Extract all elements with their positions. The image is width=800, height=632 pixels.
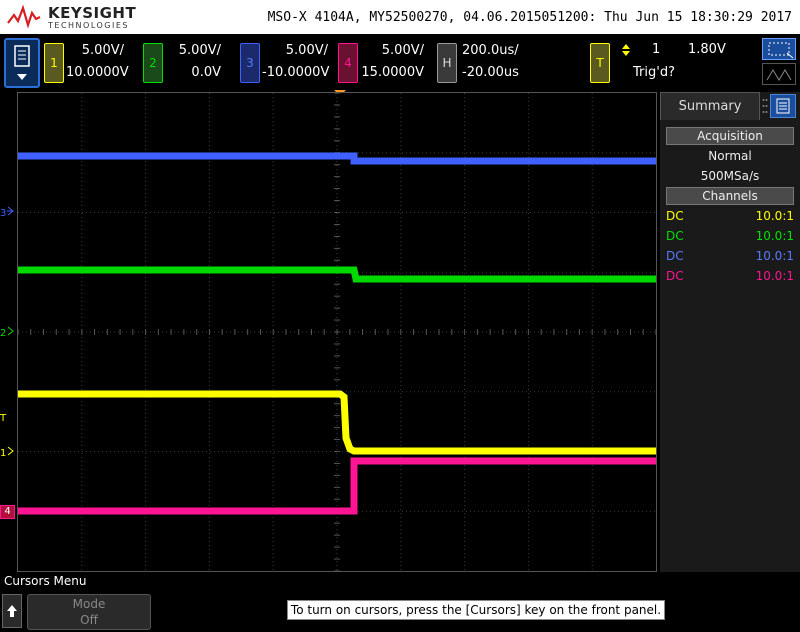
channel-4-coupling: DC	[666, 269, 684, 283]
up-arrow-icon	[7, 605, 17, 617]
horizontal-label: H	[442, 56, 452, 70]
menu-icon	[14, 45, 30, 80]
channel-3-number: 3	[246, 56, 254, 70]
channel-2-probe-ratio: 10.0:1	[755, 229, 794, 243]
zoom-button[interactable]	[762, 38, 796, 60]
channel-4-ground-marker[interactable]: 4	[0, 505, 15, 519]
summary-tab[interactable]: Summary	[660, 92, 760, 120]
waveform-display[interactable]	[17, 92, 657, 572]
channel-1-ground-marker[interactable]: 1	[0, 446, 15, 460]
channel-2-scale: 5.00V/	[178, 43, 221, 58]
channel-3-scale: 5.00V/	[285, 43, 328, 58]
channel-settings-bar: 1 5.00V/ 10.0000V 2 5.00V/ 0.0V 3 5.00V/…	[0, 34, 800, 90]
cursors-menu-title: Cursors Menu	[4, 574, 87, 588]
ground-icon	[7, 206, 15, 216]
mode-label: Mode	[72, 597, 106, 611]
channel-3-settings[interactable]: 5.00V/ -10.0000V	[262, 40, 330, 84]
horizontal-badge[interactable]: H	[437, 43, 457, 83]
channel-3-offset: -10.0000V	[262, 65, 330, 80]
trigger-source[interactable]: 1	[652, 42, 660, 57]
brand-subtitle: TECHNOLOGIES	[48, 21, 129, 30]
acquisition-header: Acquisition	[666, 127, 794, 145]
channel-1-probe-ratio: 10.0:1	[755, 209, 794, 223]
trigger-badge[interactable]: T	[590, 43, 610, 83]
instrument-info: MSO-X 4104A, MY52500270, 04.06.201505120…	[267, 10, 792, 25]
cursor-hint-message: To turn on cursors, press the [Cursors] …	[287, 600, 665, 620]
ground-icon	[8, 446, 15, 456]
channel-1-settings[interactable]: 5.00V/ 10.0000V	[66, 40, 129, 84]
rising-edge-icon	[619, 42, 633, 56]
trigger-label: T	[596, 56, 604, 70]
waveform-draw-icon	[766, 69, 792, 81]
channel-3-ground-marker[interactable]: 3	[0, 206, 15, 220]
trigger-level-marker[interactable]: T	[0, 413, 6, 425]
channel-4-probe-ratio: 10.0:1	[755, 269, 794, 283]
horizontal-time-per-div: 200.0us/	[462, 43, 519, 58]
channel-3-badge[interactable]: 3	[240, 43, 260, 83]
ground-icon	[8, 326, 15, 336]
channel-2-ground-marker[interactable]: 2	[0, 326, 15, 340]
list-icon	[776, 98, 790, 114]
trigger-status: Trig'd?	[633, 65, 675, 80]
channel-2-coupling: DC	[666, 229, 684, 243]
brand-name: KEYSIGHT	[48, 4, 137, 22]
panel-grip-icon	[762, 96, 768, 116]
horizontal-settings[interactable]: 200.0us/ -20.00us	[462, 40, 524, 84]
channel-1-offset: 10.0000V	[66, 65, 129, 80]
trigger-level[interactable]: 1.80V	[688, 42, 726, 57]
grid-lines	[18, 93, 656, 571]
channel-1-trace	[18, 390, 656, 455]
menu-back-button[interactable]	[2, 594, 22, 628]
main-menu-button[interactable]	[4, 38, 40, 88]
cursor-mode-softkey[interactable]: Mode Off	[27, 594, 151, 630]
channel-4-marker-label: 4	[4, 506, 11, 517]
acquisition-mode: Normal	[708, 149, 752, 163]
channel-2-badge[interactable]: 2	[143, 43, 163, 83]
mode-value: Off	[80, 613, 98, 627]
channel-2-offset: 0.0V	[191, 65, 221, 80]
keysight-wave-icon	[7, 5, 41, 29]
channels-title: Channels	[702, 189, 758, 203]
channel-2-number: 2	[149, 56, 157, 70]
summary-panel: Summary Acquisition Normal 500MSa/s Chan…	[660, 92, 800, 572]
channel-1-coupling: DC	[666, 209, 684, 223]
waveform-draw-button[interactable]	[762, 63, 796, 85]
panel-menu-button[interactable]	[770, 94, 796, 118]
sample-rate: 500MSa/s	[700, 169, 760, 183]
channels-header: Channels	[666, 187, 794, 205]
trigger-marker-label: T	[0, 413, 7, 424]
channel-4-scale: 5.00V/	[381, 43, 424, 58]
channel-3-trace	[18, 152, 656, 165]
channel-3-coupling: DC	[666, 249, 684, 263]
horizontal-delay: -20.00us	[462, 65, 519, 80]
keysight-logo: KEYSIGHT TECHNOLOGIES	[6, 3, 136, 31]
channel-1-badge[interactable]: 1	[44, 43, 64, 83]
channel-3-probe-ratio: 10.0:1	[755, 249, 794, 263]
channel-2-settings[interactable]: 5.00V/ 0.0V	[165, 40, 221, 84]
channel-1-number: 1	[50, 56, 58, 70]
zoom-icon	[768, 42, 794, 59]
waveform-graticule	[18, 93, 656, 571]
channel-4-settings[interactable]: 5.00V/ 15.0000V	[360, 40, 424, 84]
channel-1-scale: 5.00V/	[81, 43, 124, 58]
channel-4-offset: 15.0000V	[361, 65, 424, 80]
summary-tab-label: Summary	[678, 99, 742, 114]
acquisition-title: Acquisition	[697, 129, 763, 143]
channel-4-badge[interactable]: 4	[338, 43, 358, 83]
title-bar: KEYSIGHT TECHNOLOGIES MSO-X 4104A, MY525…	[0, 0, 800, 34]
channel-4-number: 4	[344, 56, 352, 70]
